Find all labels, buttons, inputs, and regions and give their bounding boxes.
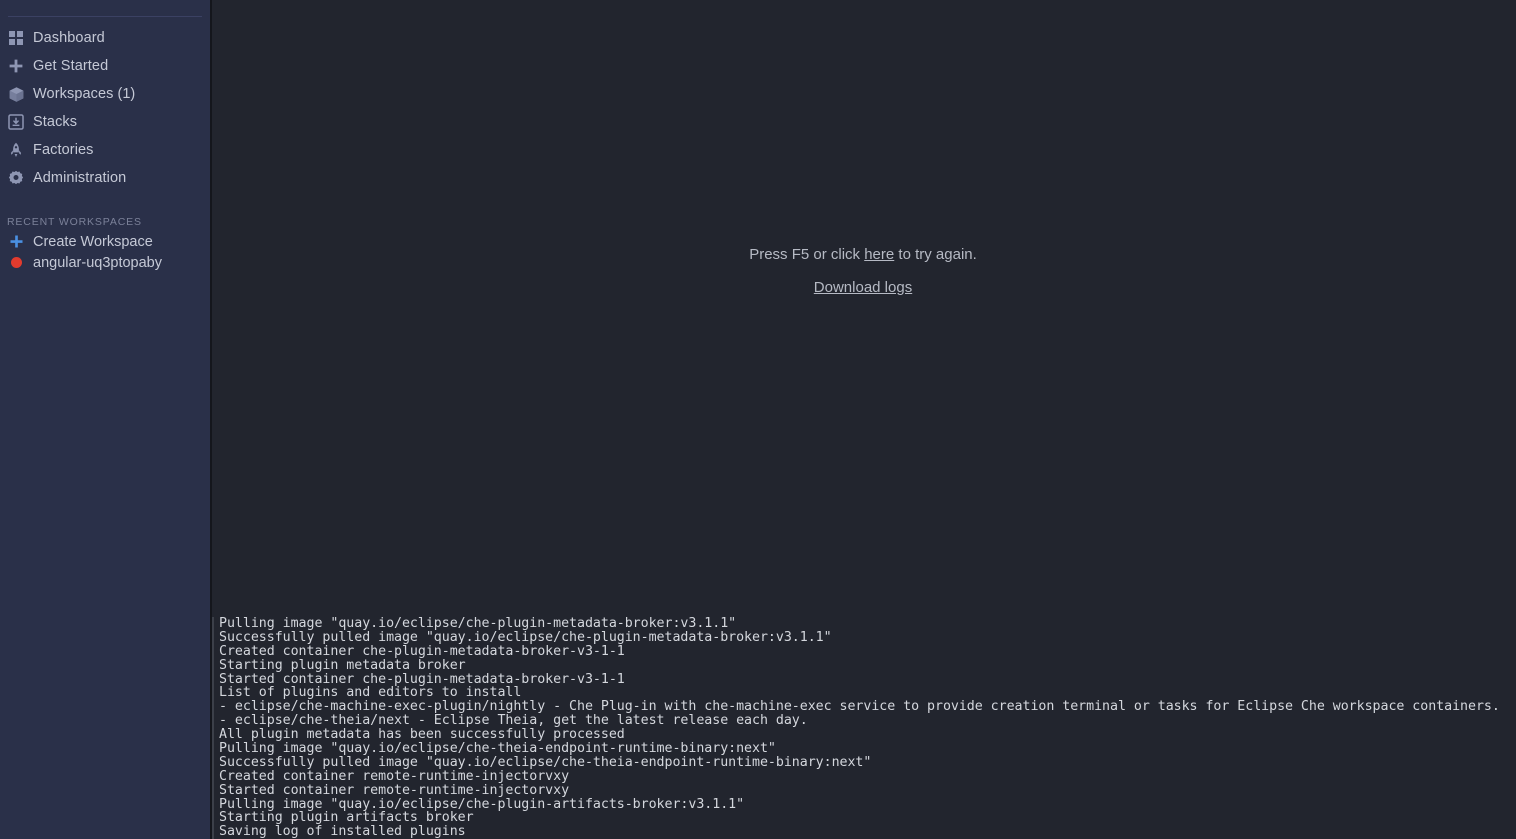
sidebar-item-administration[interactable]: Administration (0, 164, 210, 192)
retry-message: Press F5 or click here to try again. (212, 245, 1514, 265)
log-line: Pulling image "quay.io/eclipse/che-theia… (219, 741, 776, 757)
sidebar-item-get-started[interactable]: Get Started (0, 52, 210, 80)
log-line: Starting plugin artifacts broker (219, 810, 474, 826)
log-line: Started container che-plugin-metadata-br… (219, 671, 625, 687)
retry-here-link[interactable]: here (864, 246, 894, 263)
recent-workspace-label: angular-uq3ptopaby (33, 254, 162, 271)
log-line: - eclipse/che-machine-exec-plugin/nightl… (219, 699, 1500, 715)
sidebar-item-label: Stacks (33, 114, 78, 130)
recent-workspace-item[interactable]: angular-uq3ptopaby (0, 252, 210, 273)
create-workspace-button[interactable]: Create Workspace (0, 231, 210, 252)
log-line: List of plugins and editors to install (219, 685, 522, 701)
plus-icon (7, 57, 25, 75)
log-line: Pulling image "quay.io/eclipse/che-plugi… (219, 616, 737, 631)
log-line: Pulling image "quay.io/eclipse/che-plugi… (219, 796, 745, 812)
sidebar-item-label: Administration (33, 170, 127, 186)
log-line: Created container remote-runtime-injecto… (219, 768, 570, 784)
download-logs-link[interactable]: Download logs (814, 278, 912, 298)
gear-icon (7, 169, 25, 187)
create-workspace-label: Create Workspace (33, 233, 153, 250)
sidebar-top-divider (8, 16, 202, 17)
status-dot-icon (7, 254, 25, 272)
plus-icon (7, 233, 25, 251)
retry-message-prefix: Press F5 or click (749, 246, 865, 263)
log-line: Successfully pulled image "quay.io/eclip… (219, 754, 872, 770)
log-line: All plugin metadata has been successfull… (219, 727, 625, 743)
main-content: Press F5 or click here to try again. Dow… (212, 0, 1516, 839)
grid-icon (7, 29, 25, 47)
sidebar-item-count: (1) (117, 86, 136, 102)
sidebar-item-dashboard[interactable]: Dashboard (0, 24, 210, 52)
sidebar-item-factories[interactable]: Factories (0, 136, 210, 164)
sidebar-item-workspaces[interactable]: Workspaces (1) (0, 80, 210, 108)
rocket-icon (7, 141, 25, 159)
sidebar-item-stacks[interactable]: Stacks (0, 108, 210, 136)
sidebar-item-label: Factories (33, 142, 94, 158)
stack-icon (7, 113, 25, 131)
sidebar: Dashboard Get Started Workspaces (1) Sta… (0, 0, 212, 839)
log-viewport[interactable]: Pulling image "quay.io/eclipse/che-plugi… (212, 612, 1516, 839)
log-output: Pulling image "quay.io/eclipse/che-plugi… (212, 617, 1516, 839)
sidebar-item-label: Get Started (33, 58, 109, 74)
log-line: Saving log of installed plugins (219, 824, 466, 839)
recent-workspaces-heading: RECENT WORKSPACES (7, 216, 142, 228)
sidebar-item-label: Dashboard (33, 30, 105, 46)
log-line: Starting plugin metadata broker (219, 657, 466, 673)
log-line: - eclipse/che-theia/next - Eclipse Theia… (219, 713, 808, 729)
log-line: Successfully pulled image "quay.io/eclip… (219, 629, 832, 645)
retry-message-suffix: to try again. (894, 246, 977, 263)
log-line: Started container remote-runtime-injecto… (219, 782, 570, 798)
cube-icon (7, 85, 25, 103)
app-root: Dashboard Get Started Workspaces (1) Sta… (0, 0, 1516, 839)
sidebar-item-label: Workspaces (33, 86, 114, 102)
recent-workspaces-section: RECENT WORKSPACES Create Workspace angul… (0, 213, 210, 273)
sidebar-nav: Dashboard Get Started Workspaces (1) Sta… (0, 24, 210, 192)
retry-block: Press F5 or click here to try again. Dow… (212, 245, 1514, 298)
log-line: Created container che-plugin-metadata-br… (219, 643, 625, 659)
